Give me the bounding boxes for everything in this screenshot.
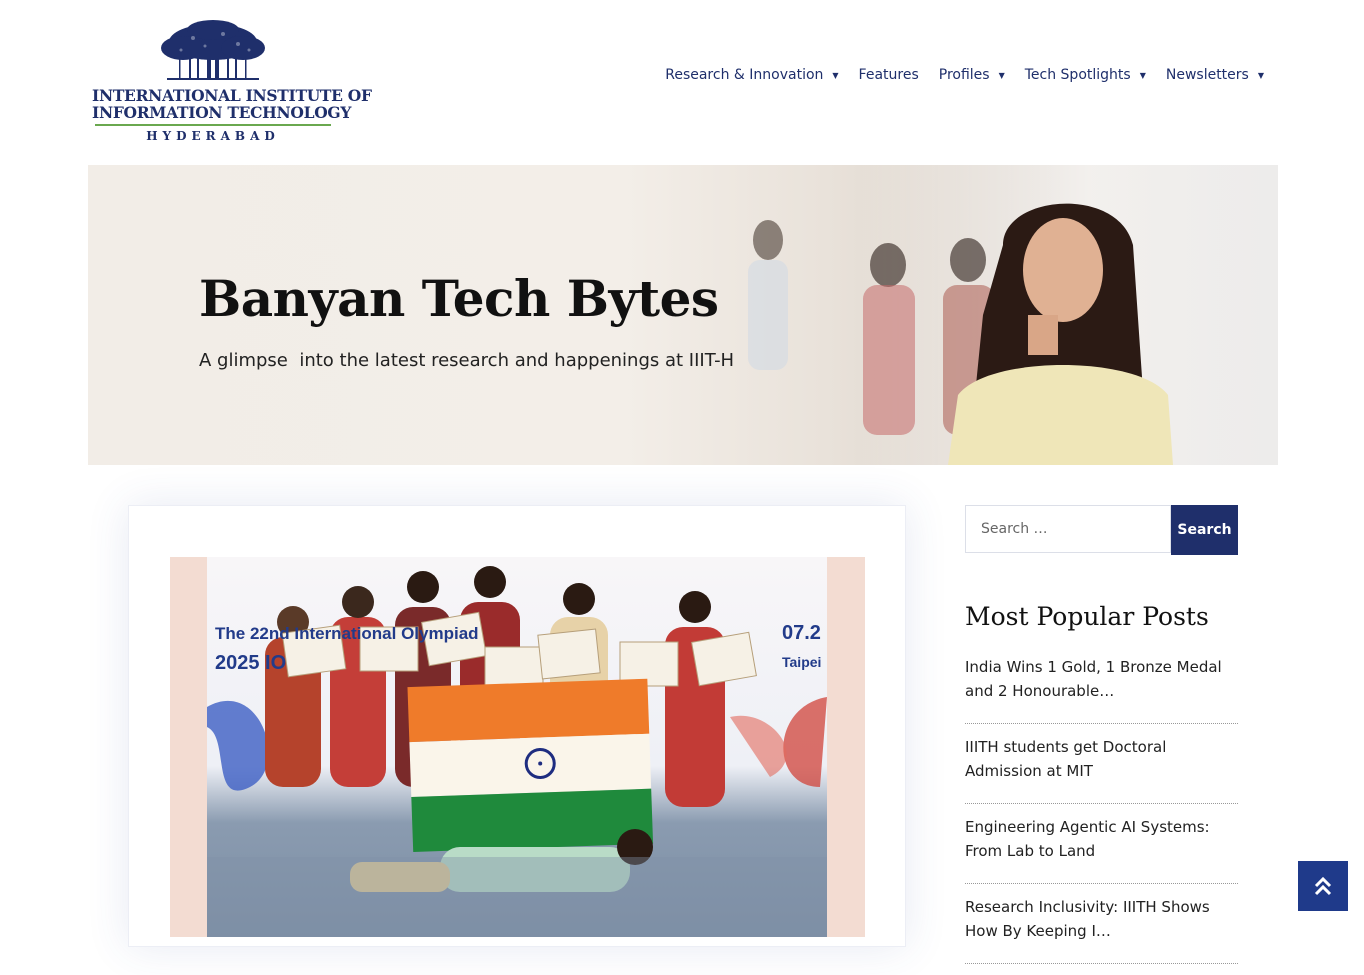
caret-down-icon: ▼ bbox=[832, 70, 839, 80]
banner-date: 07.2 bbox=[782, 622, 821, 644]
search-placeholder: Search … bbox=[981, 521, 1048, 537]
banner-text-line-2: 2025 IO bbox=[215, 652, 286, 674]
nav-label: Tech Spotlights bbox=[1024, 67, 1131, 83]
popular-post-link[interactable]: India Wins 1 Gold, 1 Bronze Medal and 2 … bbox=[965, 655, 1238, 724]
popular-post-link[interactable]: Engineering Agentic AI Systems: From Lab… bbox=[965, 815, 1238, 884]
nav-research-innovation[interactable]: Research & Innovation ▼ bbox=[655, 64, 848, 86]
nav-profiles[interactable]: Profiles ▼ bbox=[929, 64, 1015, 86]
banyan-tree-icon bbox=[161, 20, 265, 80]
search-input[interactable]: Search … bbox=[965, 505, 1171, 553]
double-chevron-up-icon bbox=[1314, 876, 1332, 896]
caret-down-icon: ▼ bbox=[1257, 70, 1264, 80]
popular-posts-heading: Most Popular Posts bbox=[965, 602, 1209, 631]
caret-down-icon: ▼ bbox=[1139, 70, 1146, 80]
nav-label: Features bbox=[858, 67, 919, 83]
logo-divider bbox=[95, 124, 331, 126]
scroll-to-top-button[interactable] bbox=[1298, 861, 1348, 911]
banner-text-line-1: The 22nd International Olympiad bbox=[215, 624, 479, 643]
main-nav: Research & Innovation ▼ Features Profile… bbox=[665, 64, 1274, 86]
popular-posts-list: India Wins 1 Gold, 1 Bronze Medal and 2 … bbox=[965, 655, 1238, 975]
banner-city: Taipei bbox=[782, 654, 821, 670]
hero-subtitle: A glimpse into the latest research and h… bbox=[199, 350, 735, 371]
featured-post-image[interactable]: The 22nd International Olympiad 2025 IO … bbox=[170, 557, 865, 937]
nav-newsletters[interactable]: Newsletters ▼ bbox=[1156, 64, 1274, 86]
nav-label: Profiles bbox=[938, 67, 990, 83]
featured-post-card: The 22nd International Olympiad 2025 IO … bbox=[128, 505, 906, 947]
hero-title: Banyan Tech Bytes bbox=[199, 269, 719, 328]
logo-line-2: INFORMATION TECHNOLOGY bbox=[92, 103, 352, 122]
nav-label: Research & Innovation bbox=[665, 67, 824, 83]
hero-banner: Banyan Tech Bytes A glimpse into the lat… bbox=[88, 165, 1278, 465]
popular-post-link[interactable]: IIITH students get Doctoral Admission at… bbox=[965, 735, 1238, 804]
olympiad-team-photo: The 22nd International Olympiad 2025 IO … bbox=[207, 566, 827, 937]
caret-down-icon: ▼ bbox=[998, 70, 1005, 80]
nav-features[interactable]: Features bbox=[849, 64, 929, 86]
logo-line-1: INTERNATIONAL INSTITUTE OF bbox=[92, 86, 372, 105]
nav-tech-spotlights[interactable]: Tech Spotlights ▼ bbox=[1015, 64, 1156, 86]
site-logo[interactable]: INTERNATIONAL INSTITUTE OF INFORMATION T… bbox=[92, 20, 372, 144]
logo-city: HYDERABAD bbox=[146, 129, 280, 143]
search-button[interactable]: Search bbox=[1171, 505, 1238, 555]
nav-label: Newsletters bbox=[1165, 67, 1249, 83]
